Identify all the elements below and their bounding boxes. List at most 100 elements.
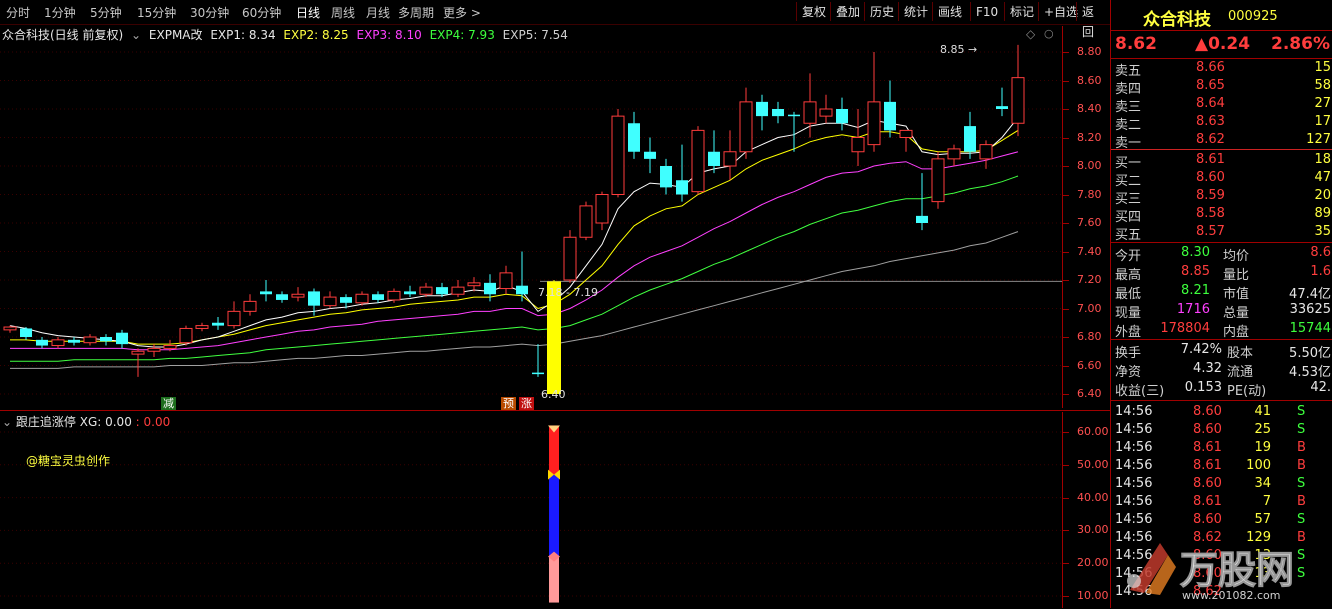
price-axis-tick [1063, 394, 1069, 395]
candle-body [803, 101, 817, 124]
candle [131, 348, 145, 377]
exp5-line [10, 231, 1019, 369]
tick-price: 8.61 [1193, 494, 1222, 509]
candle [227, 301, 241, 329]
ask-label: 卖五 [1115, 64, 1142, 79]
period-5min[interactable]: 5分钟 [90, 4, 122, 21]
price-change-pct: 2.86% [1271, 34, 1330, 54]
stat-label: 现量 [1115, 306, 1142, 321]
overlay-button[interactable]: 叠加 [830, 2, 865, 21]
candle-body [100, 337, 112, 342]
price-axis-tick [1063, 280, 1069, 281]
price-axis-tick [1063, 365, 1069, 367]
candle [611, 109, 625, 198]
price-axis-tick [1063, 109, 1069, 110]
stat-label: 量比 [1223, 268, 1250, 283]
tick-time: 14:56 [1115, 422, 1153, 437]
tick-row: 14:56 8.61 19 B [1111, 440, 1332, 459]
candle-body [20, 328, 32, 337]
candle-body [195, 325, 209, 329]
stats-button[interactable]: 统计 [898, 2, 933, 21]
history-button[interactable]: 历史 [864, 2, 899, 21]
candle [916, 173, 928, 231]
stat-value: 8.30 [1181, 245, 1210, 260]
tick-row: 14:56 8.60 41 S [1111, 404, 1332, 423]
watermark-url: www.201082.com [1182, 589, 1280, 602]
period-daily[interactable]: 日线 [296, 4, 320, 21]
stat-row: 现量 1716 总量 33625 [1111, 302, 1332, 321]
candle-body [628, 123, 640, 152]
candle-body [563, 236, 577, 281]
fin-label: 股本 [1227, 346, 1254, 361]
period-15min[interactable]: 15分钟 [137, 4, 176, 21]
tick-row: 14:56 8.61 7 B [1111, 494, 1332, 513]
f10-button[interactable]: F10 [970, 2, 1003, 21]
fin-label: PE(动) [1227, 384, 1267, 399]
period-monthly[interactable]: 月线 [366, 4, 390, 21]
back-button[interactable]: 返回 [1076, 2, 1110, 39]
candle [851, 109, 865, 166]
restore-rights-button[interactable]: 复权 [796, 2, 831, 21]
candle-body [851, 137, 865, 153]
candle-body [276, 294, 288, 300]
period-more[interactable]: 更多 > [443, 4, 481, 21]
candle-body [323, 296, 337, 307]
period-fenshi[interactable]: 分时 [6, 4, 30, 21]
stock-name: 众合科技 [1143, 10, 1211, 30]
candle-body [788, 114, 800, 117]
exp2-line [10, 129, 1019, 345]
tick-side: B [1297, 440, 1306, 455]
candle-body [676, 180, 688, 195]
candle-body [756, 101, 768, 117]
mark-button[interactable]: 标记 [1004, 2, 1039, 21]
high-annotation: 8.85 → [940, 43, 978, 56]
price-axis-label: 6.60 [1077, 358, 1102, 372]
candle [723, 130, 737, 181]
candle-body [595, 194, 609, 224]
price-axis-label: 7.60 [1077, 216, 1102, 229]
price-axis-tick [1063, 80, 1069, 82]
candlestick-chart[interactable] [0, 40, 1062, 412]
candle-body [163, 345, 177, 349]
range-annotation: 7.18 - 7.19 [538, 286, 598, 299]
fin-value: 7.42% [1180, 342, 1222, 357]
candle-body [964, 126, 976, 152]
stat-label: 内盘 [1223, 325, 1250, 340]
price-axis-label: 6.40 [1077, 387, 1102, 400]
candle [291, 287, 305, 302]
price-axis-tick [1063, 308, 1069, 310]
bid-price: 8.61 [1196, 152, 1225, 167]
candle-body [884, 101, 896, 131]
bid-row: 买三 8.59 20 [1111, 188, 1332, 207]
ask-row: 卖三 8.64 27 [1111, 96, 1332, 115]
fin-label: 净资 [1115, 365, 1142, 380]
chart-expand-icon[interactable]: ○ [1044, 27, 1054, 40]
stat-label: 均价 [1223, 249, 1250, 264]
period-multi[interactable]: 多周期 [398, 4, 434, 21]
price-axis-tick [1063, 194, 1069, 196]
stat-value: 15744 [1289, 321, 1331, 336]
exp1-line [9, 117, 1019, 348]
stat-row: 今开 8.30 均价 8.6 [1111, 245, 1332, 264]
bid-label: 买二 [1115, 174, 1142, 189]
candle [563, 230, 577, 283]
period-60min[interactable]: 60分钟 [242, 4, 281, 21]
stat-label: 市值 [1223, 287, 1250, 302]
chart-settings-icon[interactable]: ◇ [1026, 27, 1035, 41]
period-30min[interactable]: 30分钟 [190, 4, 229, 21]
candle [195, 322, 209, 332]
lower-axis-label: 30.00 [1077, 523, 1109, 537]
candle-body [308, 291, 320, 306]
bid-volume: 89 [1314, 206, 1331, 221]
period-1min[interactable]: 1分钟 [44, 4, 76, 21]
price-axis: 8.80 8.60 8.40 8.20 8.00 7.80 7.60 7.40 7.20 7.00… [1062, 26, 1111, 408]
current-price: 8.62 [1115, 34, 1157, 54]
period-weekly[interactable]: 周线 [331, 4, 355, 21]
tick-price: 8.60 [1193, 512, 1222, 527]
quote-panel: 众合科技 000925 8.62 ▲0.24 2.86% 卖五 8.66 15 卖四 8… [1110, 0, 1332, 608]
candle [419, 282, 433, 298]
candle [100, 334, 112, 346]
candle [979, 140, 993, 169]
draw-button[interactable]: 画线 [932, 2, 967, 21]
tick-row: 14:56 8.60 34 S [1111, 476, 1332, 495]
